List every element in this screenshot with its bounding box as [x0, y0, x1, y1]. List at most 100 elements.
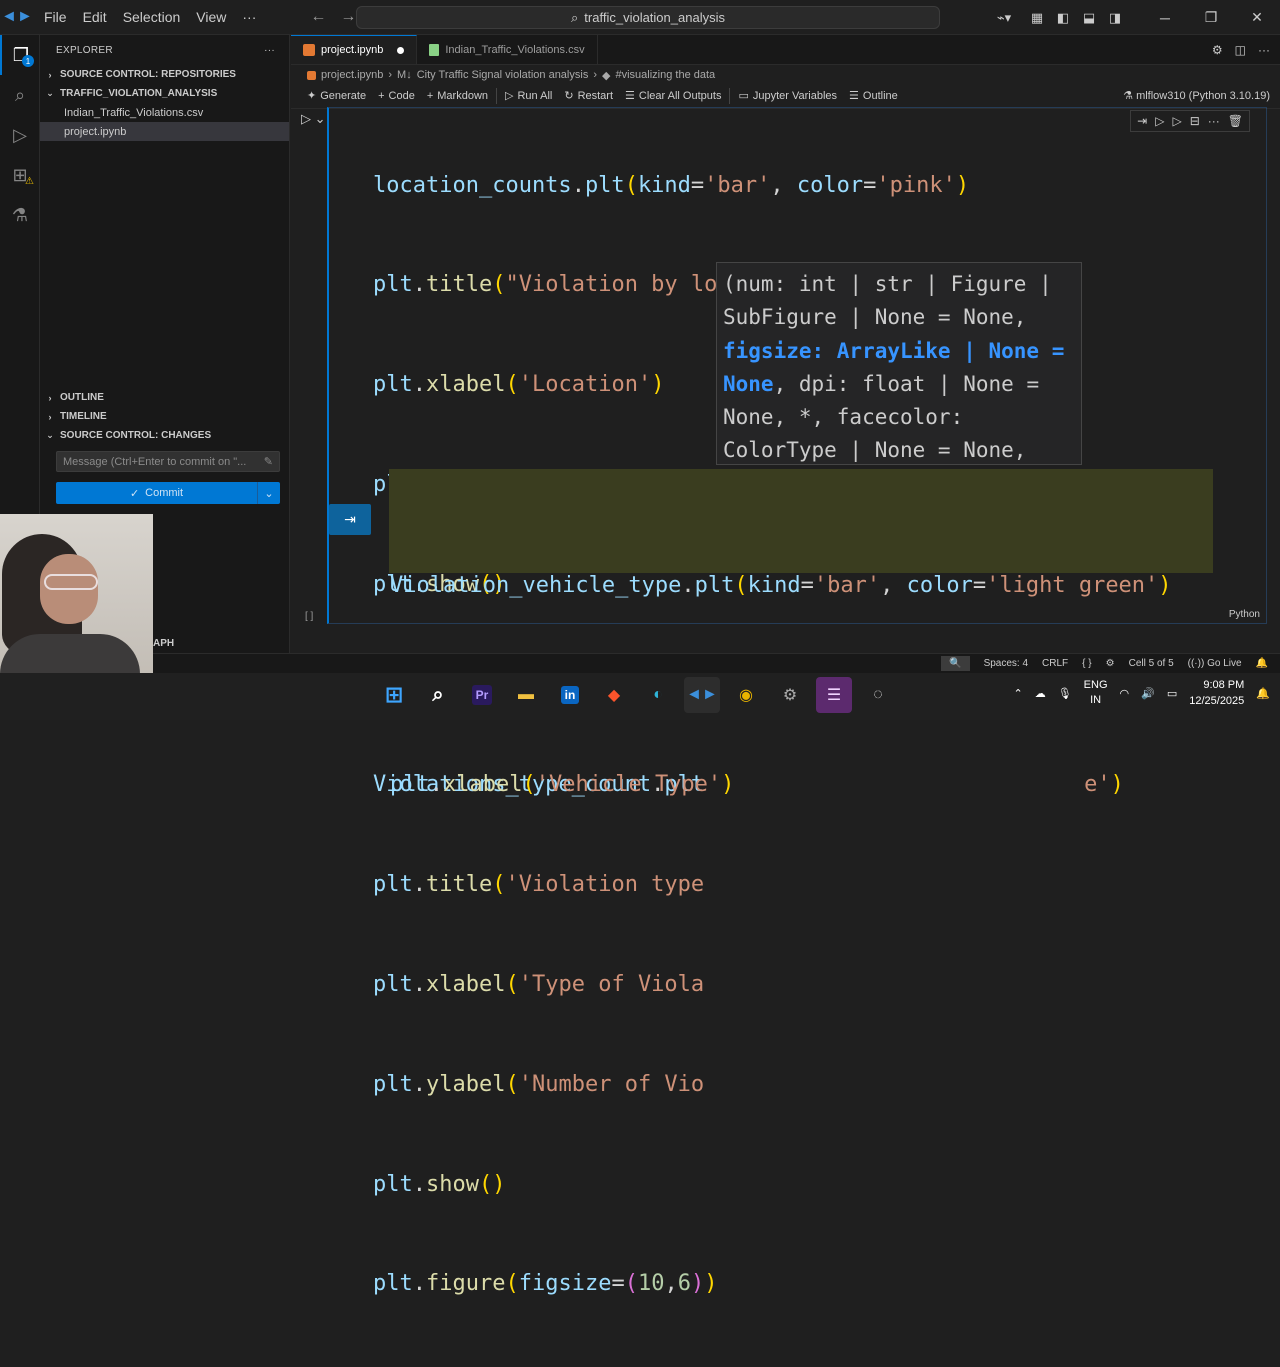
file-item-notebook[interactable]: project.ipynb	[40, 122, 289, 141]
outline-button[interactable]: ☰ Outline	[843, 89, 904, 103]
split-cell-icon[interactable]: ⊟	[1190, 114, 1200, 128]
code-line: plt.show()	[373, 1171, 506, 1197]
premiere-pro-icon[interactable]: Pr	[464, 677, 500, 713]
toggle-panel-icon[interactable]: ⬓	[1076, 10, 1102, 26]
menu-view[interactable]: View	[188, 9, 234, 25]
menu-more[interactable]: ···	[234, 9, 264, 25]
add-code-button[interactable]: + Code	[372, 90, 421, 102]
breadcrumb-cell[interactable]: #visualizing the data	[615, 69, 715, 81]
toggle-sidebar-icon[interactable]: ◧	[1050, 10, 1076, 26]
restart-button[interactable]: ↻ Restart	[558, 89, 619, 103]
repositories-section[interactable]: › SOURCE CONTROL: REPOSITORIES	[40, 65, 289, 84]
run-cell-icon[interactable]: ▷ ⌄	[301, 111, 326, 127]
onedrive-icon[interactable]: ☁	[1035, 687, 1046, 700]
search-view-icon[interactable]: ⌕	[0, 75, 40, 115]
kernel-picker[interactable]: ⚗ mlflow310 (Python 3.10.19)	[1123, 89, 1270, 102]
split-editor-icon[interactable]: ◫	[1235, 43, 1246, 57]
clock[interactable]: 9:08 PM 12/25/2025	[1189, 677, 1244, 709]
plus-icon: +	[426, 89, 434, 102]
indentation-status[interactable]: Spaces: 4	[984, 658, 1028, 669]
editor-more-icon[interactable]: ···	[1258, 43, 1270, 57]
settings-gear-icon[interactable]: ⚙	[772, 677, 808, 713]
sparkle-icon[interactable]: ✎	[264, 455, 273, 468]
vscode-taskbar-icon[interactable]: ◄►	[684, 677, 720, 713]
run-debug-icon[interactable]: ▷	[0, 115, 40, 155]
execute-above-icon[interactable]: ▷	[1155, 114, 1164, 128]
outline-label: Outline	[862, 89, 898, 102]
commit-dropdown-icon[interactable]: ⌄	[258, 482, 280, 504]
chrome-icon[interactable]: ◉	[728, 677, 764, 713]
menu-edit[interactable]: Edit	[75, 9, 115, 25]
tab-project-notebook[interactable]: project.ipynb	[291, 35, 418, 64]
code-line: plt.figure(figsize=(10,6))	[373, 1271, 718, 1297]
language-status[interactable]: { }	[1082, 658, 1091, 669]
tab-csv[interactable]: Indian_Traffic_Violations.csv	[417, 35, 598, 64]
unsaved-dot-icon[interactable]	[397, 46, 405, 54]
notification-bell-icon[interactable]: 🔔	[1256, 687, 1270, 700]
explorer-icon[interactable]: ❐ 1	[0, 35, 40, 75]
windows-start-icon[interactable]: ⊞	[376, 677, 412, 713]
folder-section[interactable]: ⌄ TRAFFIC_VIOLATION_ANALYSIS	[40, 84, 289, 103]
execute-below-icon[interactable]: ▷	[1172, 114, 1181, 128]
settings-gear-icon[interactable]: ⚙	[1212, 43, 1223, 57]
notifications-bell-icon[interactable]: 🔔	[1256, 658, 1268, 669]
battery-icon[interactable]: ▭	[1167, 687, 1177, 700]
commit-message-input[interactable]: Message (Ctrl+Enter to commit on "... ✎	[56, 451, 280, 472]
region-code: IN	[1090, 694, 1102, 706]
run-all-button[interactable]: ▷ Run All	[499, 89, 558, 103]
menu-selection[interactable]: Selection	[115, 9, 189, 25]
tab-bar: project.ipynb Indian_Traffic_Violations.…	[291, 35, 1280, 65]
command-center-search[interactable]: ⌕ traffic_violation_analysis	[356, 6, 940, 29]
zoom-icon[interactable]: 🔍	[941, 656, 970, 671]
tray-overflow-icon[interactable]: ⌃	[1013, 687, 1022, 700]
extension-icon[interactable]: ⚙	[1106, 658, 1115, 669]
generate-button[interactable]: ✦ Generate	[301, 89, 372, 103]
cell-more-icon[interactable]: ···	[1208, 114, 1220, 128]
forward-arrow-icon[interactable]: →	[340, 8, 356, 26]
clear-outputs-button[interactable]: ☰ Clear All Outputs	[619, 89, 727, 103]
recording-app-icon[interactable]: ◌	[860, 677, 896, 713]
restore-icon[interactable]: ❐	[1188, 9, 1234, 26]
outline-section[interactable]: › OUTLINE	[40, 388, 290, 407]
toggle-secondary-sidebar-icon[interactable]: ◨	[1102, 10, 1128, 26]
brave-browser-icon[interactable]: ◆	[596, 677, 632, 713]
breadcrumb-file[interactable]: project.ipynb	[321, 69, 383, 81]
notepad-icon[interactable]: ☰	[816, 677, 852, 713]
menu-file[interactable]: File	[36, 9, 75, 25]
minimize-icon[interactable]: ─	[1142, 10, 1188, 26]
graph-section-label[interactable]: APH	[153, 638, 174, 649]
search-icon[interactable]: ⌕	[420, 677, 456, 713]
changes-section[interactable]: ⌄ SOURCE CONTROL: CHANGES	[40, 426, 290, 445]
microphone-icon[interactable]: 🎙	[1058, 687, 1072, 700]
eol-status[interactable]: CRLF	[1042, 658, 1068, 669]
breadcrumb-section[interactable]: City Traffic Signal violation analysis	[417, 69, 589, 81]
wifi-icon[interactable]: ◠	[1120, 687, 1130, 700]
back-arrow-icon[interactable]: ←	[310, 8, 326, 26]
volume-icon[interactable]: 🔊	[1141, 687, 1155, 700]
cell-language[interactable]: Python	[1229, 609, 1260, 620]
linkedin-icon[interactable]: in	[552, 677, 588, 713]
language-indicator[interactable]: ENG IN	[1084, 678, 1108, 708]
more-actions-icon[interactable]: ···	[264, 45, 275, 56]
copilot-icon[interactable]: ⌁▾	[984, 10, 1024, 26]
file-item-csv[interactable]: Indian_Traffic_Violations.csv	[40, 103, 289, 122]
commit-button[interactable]: ✓ Commit ⌄	[56, 482, 280, 504]
file-explorer-icon[interactable]: ▬	[508, 677, 544, 713]
layout-customize-icon[interactable]: ▦	[1024, 10, 1050, 26]
edge-browser-icon[interactable]: ◐	[640, 677, 676, 713]
kernel-label: mlflow310 (Python 3.10.19)	[1136, 90, 1270, 102]
go-live-button[interactable]: ((·)) Go Live	[1188, 658, 1242, 669]
timeline-section[interactable]: › TIMELINE	[40, 407, 290, 426]
delete-cell-icon[interactable]: 🗑	[1228, 114, 1243, 128]
variables-button[interactable]: ▭ Jupyter Variables	[732, 89, 843, 103]
accept-suggestion-icon[interactable]: ⇥	[329, 504, 371, 535]
extensions-icon[interactable]: ⊞ ⚠	[0, 155, 40, 195]
cell-status[interactable]: Cell 5 of 5	[1129, 658, 1174, 669]
close-icon[interactable]: ✕	[1234, 9, 1280, 26]
add-markdown-button[interactable]: + Markdown	[421, 90, 494, 102]
kernel-icon: ⚗	[1123, 90, 1137, 102]
testing-flask-icon[interactable]: ⚗	[0, 195, 40, 235]
clock-time: 9:08 PM	[1203, 679, 1245, 691]
run-above-icon[interactable]: ⇥	[1137, 114, 1147, 128]
chevron-right-icon: ›	[388, 69, 393, 81]
